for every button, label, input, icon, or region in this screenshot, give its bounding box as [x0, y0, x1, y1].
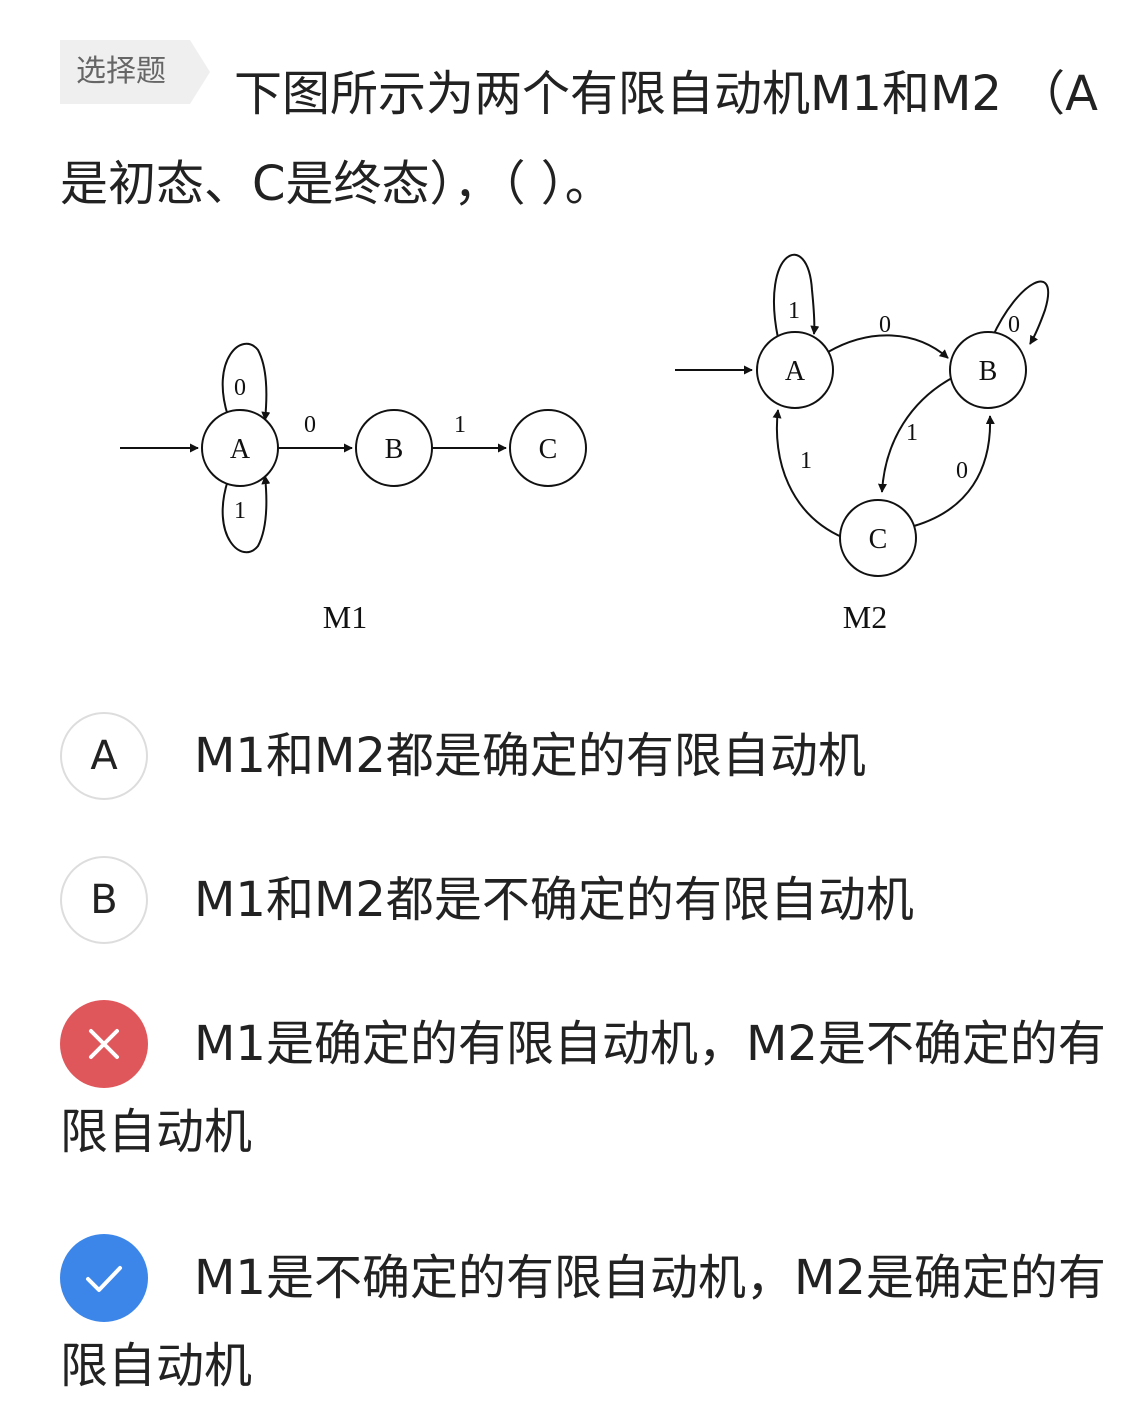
check-icon: [86, 1266, 122, 1292]
m2-state-b-label: B: [979, 356, 998, 387]
option-b-text: M1和M2都是不确定的有限自动机: [194, 872, 914, 928]
m2-self-loop-a-1: [773, 253, 820, 339]
m2-label-a-b: 0: [879, 312, 891, 338]
option-b-badge[interactable]: B: [60, 856, 148, 944]
question-stem: 选择题 下图所示为两个有限自动机M1和M2 （A是初态、C是终态），（ ）。: [60, 40, 1120, 229]
option-c-wrong-badge[interactable]: [60, 1000, 148, 1088]
m1-caption: M1: [323, 599, 367, 635]
m1-state-c-label: C: [539, 434, 558, 465]
m1-label-a-loop-0: 0: [234, 375, 246, 401]
option-d-correct-badge[interactable]: [60, 1234, 148, 1322]
question-text: 下图所示为两个有限自动机M1和M2 （A是初态、C是终态），（ ）。: [60, 66, 1099, 212]
m1-automaton: 0 1 A 0 B 1 C M1: [120, 343, 587, 635]
m2-caption: M2: [843, 599, 887, 635]
automata-figure: 0 1 A 0 B 1 C M1 1 0 0 1 1 0 A B C M2: [60, 220, 1100, 660]
option-a-badge[interactable]: A: [60, 712, 148, 800]
option-c[interactable]: M1是确定的有限自动机，M2是不确定的有限自动机: [60, 1000, 1120, 1176]
m1-state-b-label: B: [385, 434, 404, 465]
m1-label-a-b: 0: [304, 412, 316, 438]
m2-edge-c-a: [772, 409, 845, 539]
m2-automaton: 1 0 0 1 1 0 A B C M2: [675, 253, 1050, 635]
option-a-text: M1和M2都是确定的有限自动机: [194, 728, 866, 784]
option-a[interactable]: A M1和M2都是确定的有限自动机: [60, 712, 1120, 800]
m2-label-b-loop-0: 0: [1008, 312, 1020, 338]
m2-label-c-b: 0: [956, 458, 968, 484]
m2-label-b-c: 1: [906, 420, 918, 446]
m1-state-a-label: A: [230, 434, 251, 465]
m2-state-a-label: A: [785, 356, 806, 387]
m2-edge-a-b: [827, 334, 949, 359]
option-d-text: M1是不确定的有限自动机，M2是确定的有限自动机: [60, 1250, 1106, 1394]
automata-diagram: 0 1 A 0 B 1 C M1 1 0 0 1 1 0 A B C M2: [120, 253, 1050, 635]
option-c-text: M1是确定的有限自动机，M2是不确定的有限自动机: [60, 1016, 1106, 1160]
m1-label-a-loop-1: 1: [234, 498, 246, 524]
question-type-tag: 选择题: [60, 40, 210, 104]
option-b[interactable]: B M1和M2都是不确定的有限自动机: [60, 856, 1120, 944]
m2-state-c-label: C: [869, 524, 888, 555]
close-icon: [89, 1029, 119, 1059]
m2-label-c-a: 1: [800, 448, 812, 474]
m2-edge-c-b: [913, 415, 995, 527]
question-type-label: 选择题: [76, 54, 166, 89]
m2-label-a-loop-1: 1: [788, 298, 800, 324]
option-d[interactable]: M1是不确定的有限自动机，M2是确定的有限自动机: [60, 1234, 1120, 1410]
m1-label-b-c: 1: [454, 412, 466, 438]
